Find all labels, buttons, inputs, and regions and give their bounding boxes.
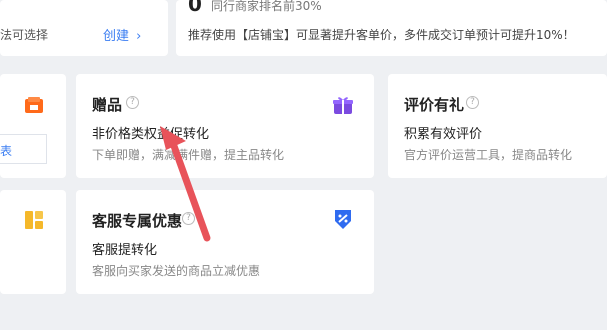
discount-tag-icon <box>332 208 354 230</box>
help-icon[interactable]: ? <box>126 96 139 109</box>
gift-desc: 下单即赠，满减满件赠，提主品转化 <box>92 148 285 162</box>
shop-icon <box>24 96 44 114</box>
partial-tool-card-2[interactable] <box>0 190 66 294</box>
card-text: 法可选择 <box>0 28 49 42</box>
partial-tool-card[interactable]: 表 <box>0 74 66 178</box>
layout-grid-icon <box>24 210 44 230</box>
gift-subtitle: 非价格类权益促转化 <box>92 127 210 142</box>
service-subtitle: 客服提转化 <box>92 243 158 258</box>
review-subtitle: 积累有效评价 <box>404 127 483 142</box>
gift-title: 赠品 <box>92 96 123 114</box>
review-tool-card[interactable]: 评价有礼 ? 积累有效评价 官方评价运营工具，提商品转化 <box>388 74 607 178</box>
help-icon[interactable]: ? <box>182 212 195 225</box>
help-icon[interactable]: ? <box>466 96 479 109</box>
top-left-card: 法可选择 创建 › <box>0 0 168 56</box>
review-title: 评价有礼 <box>404 96 465 114</box>
service-tool-card[interactable]: 客服专属优惠 ? 客服提转化 客服向买家发送的商品立减优惠 <box>76 190 374 294</box>
create-link[interactable]: 创建 › <box>103 25 141 44</box>
recommend-text: 推荐使用【店铺宝】可显著提升客单价，多件成交订单预计可提升10%！ <box>188 28 575 42</box>
create-link-label: 创建 <box>103 29 130 44</box>
peer-rank: 同行商家排名前30% <box>211 0 322 13</box>
service-title: 客服专属优惠 <box>92 212 183 230</box>
service-desc: 客服向买家发送的商品立减优惠 <box>92 264 261 278</box>
big-number: 0 <box>188 0 202 16</box>
gift-tool-card[interactable]: 赠品 ? 非价格类权益促转化 下单即赠，满减满件赠，提主品转化 <box>76 74 374 178</box>
partial-link-text: 表 <box>0 144 13 158</box>
gift-box-icon <box>332 94 354 116</box>
partial-link-box[interactable]: 表 <box>0 134 47 164</box>
top-right-card: 0 同行商家排名前30% 推荐使用【店铺宝】可显著提升客单价，多件成交订单预计可… <box>176 0 607 56</box>
chevron-right-icon: › <box>136 29 142 44</box>
review-desc: 官方评价运营工具，提商品转化 <box>404 148 573 162</box>
